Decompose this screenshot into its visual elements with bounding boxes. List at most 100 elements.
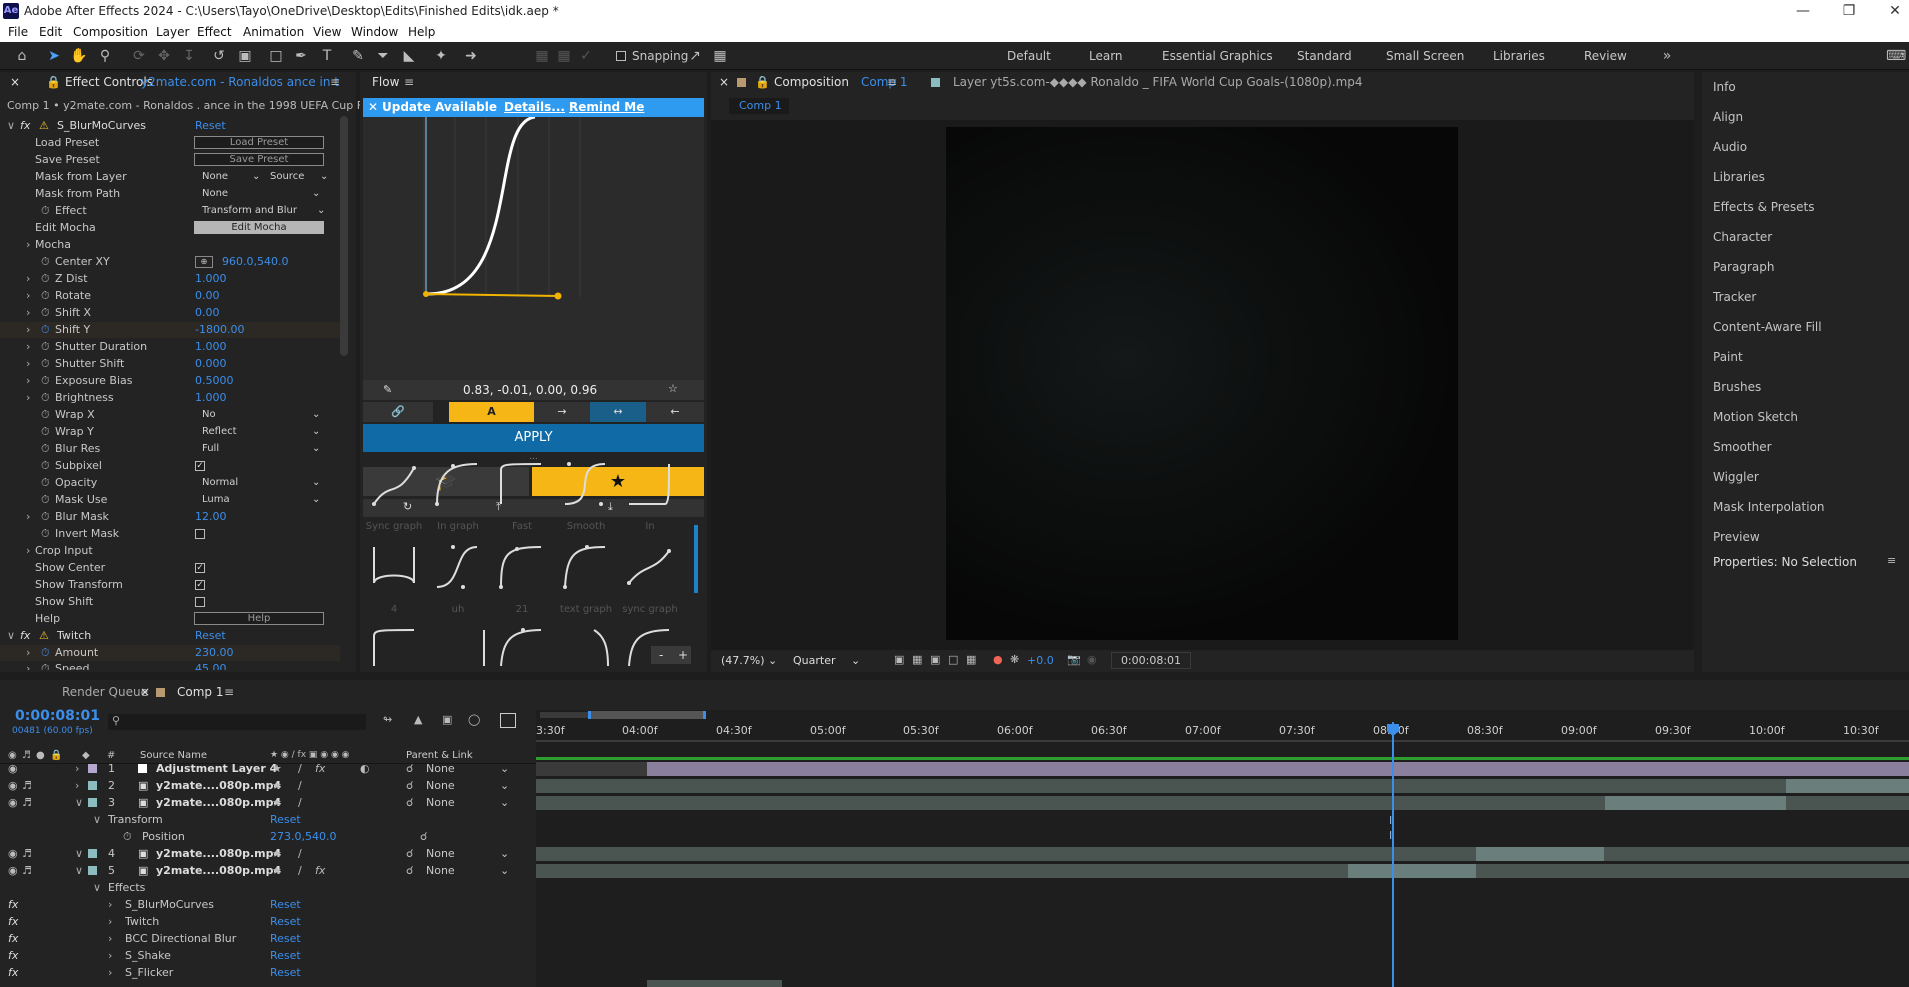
curve-graph[interactable]	[363, 115, 704, 380]
mask-use-dropdown[interactable]: Luma ⌄	[202, 493, 322, 506]
hand-tool-icon[interactable]: ✋	[70, 47, 88, 65]
eye-icon[interactable]: ◉	[8, 779, 18, 793]
chevron-down-icon[interactable]: ∨	[75, 864, 83, 878]
layer-6-bar[interactable]	[647, 980, 782, 987]
chevron-right-icon[interactable]: ›	[26, 544, 30, 558]
parent-dropdown[interactable]: None ⌄	[426, 864, 510, 878]
quality-switch-icon[interactable]: ∕	[298, 762, 302, 776]
preset-thumb-fast[interactable]	[497, 460, 545, 508]
effect-controls-scrollbar[interactable]	[340, 116, 348, 356]
layer-1-bar[interactable]	[647, 762, 1909, 776]
show-transform-checkbox[interactable]: ✓	[195, 580, 205, 590]
chevron-right-icon[interactable]: ›	[26, 323, 30, 337]
shy-switch-icon[interactable]: ★	[272, 864, 282, 878]
panel-align[interactable]: Align	[1702, 102, 1892, 132]
shift-x-value[interactable]: 0.00	[195, 306, 220, 320]
comp-canvas[interactable]	[946, 127, 1458, 640]
subpixel-checkbox[interactable]: ✓	[195, 461, 205, 471]
help-button[interactable]: Help	[194, 612, 324, 625]
eye-icon[interactable]: ◉	[8, 762, 18, 776]
time-navigator-handle[interactable]	[588, 711, 706, 719]
panel-effects-presets[interactable]: Effects & Presets	[1702, 192, 1892, 222]
axis-local-icon[interactable]: ▦	[533, 47, 551, 65]
layer-row[interactable]: ◉ › 1 Adjustment Layer 4 ★ ∕ fx ◐ ☌ None…	[0, 762, 536, 776]
snap-grid-icon[interactable]: ▦	[711, 47, 729, 65]
parent-dropdown[interactable]: None ⌄	[426, 762, 510, 776]
shutter-duration-value[interactable]: 1.000	[195, 340, 227, 354]
layer-color-label[interactable]	[88, 866, 97, 875]
fx-icon[interactable]: fx	[8, 932, 18, 946]
chevron-right-icon[interactable]: ›	[108, 932, 112, 946]
stopwatch-icon[interactable]: ⏱	[41, 374, 50, 388]
stopwatch-icon[interactable]: ⏱	[41, 510, 50, 524]
pickwhip-icon[interactable]: ☌	[406, 796, 413, 810]
shy-switch-icon[interactable]: ★	[272, 779, 282, 793]
zoom-minus-button[interactable]: -	[659, 646, 663, 664]
apply-button[interactable]: APPLY	[363, 424, 704, 452]
workspace-menu-icon[interactable]: ⌨	[1886, 47, 1906, 65]
close-panel-icon[interactable]: ×	[719, 72, 729, 92]
workspace-essential-graphics[interactable]: Essential Graphics	[1162, 49, 1273, 63]
chevron-right-icon[interactable]: ›	[26, 289, 30, 303]
effect-dropdown[interactable]: Transform and Blur ⌄	[202, 204, 327, 217]
chevron-right-icon[interactable]: ›	[26, 306, 30, 320]
mask-from-layer-dropdown[interactable]: None ⌄	[202, 170, 262, 183]
stopwatch-icon[interactable]: ⏱	[41, 662, 50, 670]
menu-layer[interactable]: Layer	[156, 22, 189, 42]
position-value[interactable]: 273.0,540.0	[270, 830, 336, 844]
layer-search-input[interactable]: ⚲	[108, 714, 366, 730]
color-channel-icon[interactable]: ●	[993, 653, 1003, 666]
close-panel-icon[interactable]: ×	[140, 682, 150, 702]
workspace-small-screen[interactable]: Small Screen	[1386, 49, 1464, 63]
preset-thumb-row3-1[interactable]	[370, 626, 418, 666]
menu-view[interactable]: View	[313, 22, 341, 42]
close-panel-icon[interactable]: ×	[10, 72, 20, 92]
graph-editor-icon[interactable]	[500, 713, 516, 728]
menu-composition[interactable]: Composition	[73, 22, 148, 42]
brightness-value[interactable]: 1.000	[195, 391, 227, 405]
layer-name[interactable]: Adjustment Layer 4	[156, 762, 277, 776]
stopwatch-icon[interactable]: ⏱	[41, 340, 50, 354]
frame-blending-icon[interactable]: ◯	[468, 713, 480, 726]
chevron-right-icon[interactable]: ›	[26, 510, 30, 524]
chevron-right-icon[interactable]: ›	[108, 949, 112, 963]
preset-thumb-21[interactable]	[497, 543, 545, 591]
dolly-tool-icon[interactable]: ↧	[180, 47, 198, 65]
stopwatch-icon[interactable]: ⏱	[41, 255, 50, 269]
shy-switch-icon[interactable]: ★	[272, 762, 282, 776]
eye-icon[interactable]: ◉	[8, 796, 18, 810]
stopwatch-icon[interactable]: ⏱	[41, 289, 50, 303]
quality-switch-icon[interactable]: ∕	[298, 779, 302, 793]
effect-row[interactable]: fx › BCC Directional Blur Reset	[0, 932, 536, 946]
close-banner-icon[interactable]: ✕	[368, 98, 378, 117]
label-icon[interactable]: ◆	[82, 750, 90, 761]
preset-thumb-row3-2[interactable]	[470, 626, 490, 666]
star-icon[interactable]: ★	[532, 467, 704, 496]
menu-help[interactable]: Help	[408, 22, 435, 42]
effect-row[interactable]: fx › Twitch Reset	[0, 915, 536, 929]
layer-name[interactable]: y2mate....080p.mp4	[156, 779, 281, 793]
axis-view-icon[interactable]: ✓	[577, 47, 595, 65]
panel-paragraph[interactable]: Paragraph	[1702, 252, 1892, 282]
chevron-right-icon[interactable]: ›	[108, 915, 112, 929]
stopwatch-icon[interactable]: ⏱	[41, 527, 50, 541]
panel-menu-icon[interactable]: ≡	[404, 72, 414, 92]
stopwatch-icon[interactable]: ⏱	[41, 204, 50, 218]
fx-icon[interactable]: fx	[8, 966, 18, 980]
auto-mode-button[interactable]: A	[449, 402, 534, 422]
close-icon[interactable]: ✕	[1872, 0, 1909, 22]
comp-tab[interactable]: Comp 1	[177, 682, 223, 702]
zoom-tool-icon[interactable]: ⚲	[96, 47, 114, 65]
wrap-x-dropdown[interactable]: No ⌄	[202, 408, 322, 421]
copy-icon[interactable]: ✎	[383, 383, 392, 396]
crosshair-icon[interactable]: ⊕	[195, 256, 213, 268]
eye-icon[interactable]: ◉	[8, 864, 18, 878]
shy-switch-icon[interactable]: ★	[272, 796, 282, 810]
pickwhip-icon[interactable]: ☌	[406, 864, 413, 878]
workspace-learn[interactable]: Learn	[1089, 49, 1123, 63]
effect-row[interactable]: fx › S_Shake Reset	[0, 949, 536, 963]
shy-switch-icon[interactable]: ★	[272, 847, 282, 861]
home-icon[interactable]: ⌂	[13, 47, 31, 65]
panel-wiggler[interactable]: Wiggler	[1702, 462, 1892, 492]
rectangle-tool-icon[interactable]: □	[267, 47, 285, 65]
